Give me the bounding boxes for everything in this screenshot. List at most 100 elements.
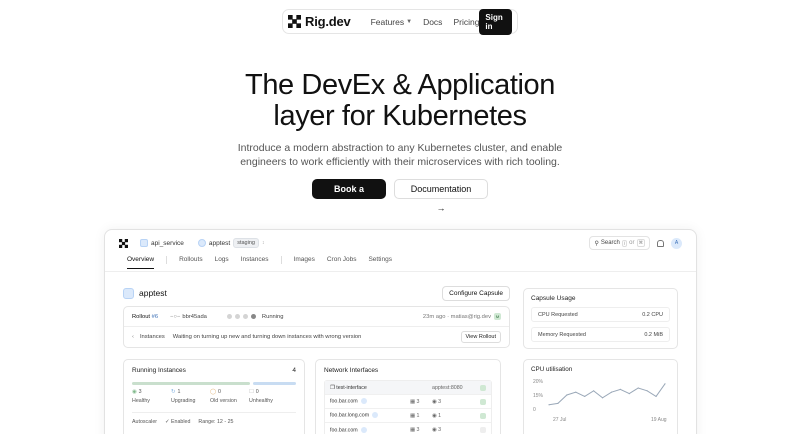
capsule-usage-card: Capsule Usage CPU Requested 0.2 CPU Memo… bbox=[523, 288, 678, 349]
chevron-updown-icon[interactable]: ↕ bbox=[262, 240, 265, 246]
cpu-data-point bbox=[664, 383, 666, 385]
cpu-utilisation-card: CPU utilisation 20% 15% 0 27 Jul 19 Aug bbox=[523, 359, 678, 434]
brand-name: Rig.dev bbox=[305, 14, 351, 29]
stat-upgrading: ↻ 1 Upgrading bbox=[171, 389, 196, 404]
app-header: api_service apptest staging ↕ ⚲ Search /… bbox=[105, 230, 696, 256]
tab-cron-jobs[interactable]: Cron Jobs bbox=[327, 256, 357, 268]
target-icon: ◉ bbox=[432, 398, 437, 405]
search-icon: ⚲ bbox=[594, 240, 599, 247]
folder-icon bbox=[140, 239, 148, 247]
table-row[interactable]: foo.bar.com ▦ 3 ◉ 3 bbox=[325, 395, 491, 409]
rollout-message: Waiting on turning up new and turning do… bbox=[172, 334, 362, 340]
rig-logo-icon[interactable] bbox=[119, 238, 128, 248]
memory-requested-row: Memory Requested 0.2 MiB bbox=[531, 327, 670, 342]
chevron-down-icon: ▼ bbox=[406, 18, 413, 25]
running-instances-card: Running Instances 4 ◉ 3 Healthy ↻ 1 Upgrad… bbox=[123, 359, 305, 434]
breadcrumb-project[interactable]: api_service bbox=[151, 240, 184, 247]
cta-group: Book a demo Documentation → bbox=[0, 179, 800, 214]
view-rollout-button[interactable]: View Rollout bbox=[460, 331, 501, 343]
environment-icon bbox=[197, 239, 206, 247]
rollout-number[interactable]: #6 bbox=[152, 314, 158, 320]
sign-in-button[interactable]: Sign in bbox=[479, 8, 512, 35]
cpu-data-point bbox=[557, 402, 559, 404]
capsule-icon bbox=[123, 287, 134, 299]
check-icon: ✓ bbox=[165, 419, 170, 425]
bell-icon[interactable] bbox=[657, 239, 664, 247]
cpu-chart-title: CPU utilisation bbox=[531, 366, 573, 373]
brand-logo[interactable]: Rig.dev bbox=[288, 14, 351, 29]
tab-images[interactable]: Images bbox=[294, 256, 315, 268]
table-row[interactable]: ❐ test-interface apptest:8080 bbox=[325, 381, 491, 395]
cpu-data-point bbox=[566, 394, 568, 396]
search-button[interactable]: ⚲ Search / or ⌘ bbox=[589, 236, 650, 250]
x-tick-label: 19 Aug bbox=[651, 417, 667, 423]
book-demo-button[interactable]: Book a demo bbox=[312, 179, 386, 214]
avatar[interactable]: A bbox=[671, 237, 682, 249]
nav-pricing[interactable]: Pricing bbox=[453, 17, 479, 27]
env-badge: staging bbox=[233, 238, 259, 248]
app-preview: api_service apptest staging ↕ ⚲ Search /… bbox=[104, 229, 697, 434]
route-icon bbox=[372, 412, 379, 419]
side-panel: Capsule Usage CPU Requested 0.2 CPU Memo… bbox=[523, 288, 678, 434]
rig-logo-icon bbox=[288, 15, 301, 28]
hero-subtitle: Introduce a modern abstraction to any Ku… bbox=[237, 142, 563, 168]
rollout-state: Running bbox=[261, 313, 284, 320]
table-row[interactable]: foo.bar.long.com ▦ 1 ◉ 1 bbox=[325, 409, 491, 423]
table-row[interactable]: foo.bar.com ▦ 3 ◉ 3 bbox=[325, 423, 491, 434]
configure-capsule-button[interactable]: Configure Capsule bbox=[442, 285, 510, 301]
cpu-line-chart: 20% 15% 0 27 Jul 19 Aug bbox=[533, 379, 667, 423]
user-avatar: M bbox=[494, 313, 501, 320]
stat-old-version: ◯ 0 Old version bbox=[210, 389, 237, 404]
status-ok-icon bbox=[480, 384, 486, 391]
status-ok-icon bbox=[480, 398, 486, 405]
route-icon bbox=[360, 426, 367, 433]
cpu-data-point bbox=[619, 388, 621, 390]
port-icon: ▦ bbox=[410, 398, 416, 405]
stat-unhealthy: ☐ 0 Unhealthy bbox=[249, 389, 273, 404]
nav-features[interactable]: Features ▼ bbox=[371, 17, 413, 27]
cpu-data-point bbox=[593, 390, 595, 392]
breadcrumb-env[interactable]: apptest bbox=[209, 240, 230, 247]
tab-rollouts[interactable]: Rollouts bbox=[179, 256, 202, 268]
status-pending-icon bbox=[480, 427, 486, 433]
tab-logs[interactable]: Logs bbox=[215, 256, 229, 268]
documentation-button[interactable]: Documentation → bbox=[394, 179, 488, 213]
hero-title: The DevEx & Application layer for Kubern… bbox=[245, 69, 555, 132]
status-ok-icon bbox=[480, 412, 486, 419]
copy-icon: ❐ bbox=[330, 384, 335, 391]
network-interfaces-card: Network Interfaces ❐ test-interface appt… bbox=[315, 359, 501, 434]
capsule-title: apptest bbox=[139, 288, 167, 298]
y-tick-label: 0 bbox=[533, 407, 536, 413]
target-icon: ◉ bbox=[432, 427, 437, 433]
x-tick-label: 27 Jul bbox=[553, 417, 566, 423]
breadcrumb: api_service apptest staging ↕ bbox=[140, 238, 264, 248]
cpu-data-point bbox=[601, 397, 604, 399]
stat-healthy: ◉ 3 Healthy bbox=[132, 389, 150, 404]
port-icon: ▦ bbox=[410, 412, 416, 419]
autoscaler-state: ✓ Enabled bbox=[165, 419, 191, 425]
tab-instances[interactable]: Instances bbox=[241, 256, 269, 268]
rollout-meta: 23m ago · matias@rig.dev bbox=[422, 313, 491, 320]
commit-hash: bbr45ada bbox=[182, 313, 207, 320]
rollout-progress bbox=[226, 314, 256, 319]
nav-docs[interactable]: Docs bbox=[423, 17, 442, 27]
cpu-series-line bbox=[548, 383, 666, 406]
y-tick-label: 15% bbox=[533, 393, 544, 399]
tab-settings[interactable]: Settings bbox=[368, 256, 392, 268]
cpu-data-point bbox=[628, 393, 630, 395]
cpu-data-point bbox=[548, 404, 550, 406]
target-icon: ◉ bbox=[432, 412, 437, 419]
cpu-data-point bbox=[584, 395, 586, 397]
instances-label: Instances bbox=[139, 334, 165, 340]
cpu-requested-row: CPU Requested 0.2 CPU bbox=[531, 307, 670, 322]
route-icon bbox=[360, 398, 367, 405]
instance-status-bar bbox=[132, 382, 296, 385]
port-icon: ▦ bbox=[410, 427, 416, 433]
chevron-left-icon[interactable]: ‹ bbox=[132, 334, 134, 340]
main-panel: apptest Configure Capsule Rollout #6 −○−… bbox=[123, 285, 510, 434]
rollout-card: Rollout #6 −○− bbr45ada Running 23m ago … bbox=[123, 306, 510, 348]
tab-overview[interactable]: Overview bbox=[127, 256, 155, 269]
autoscaler-range: Range: 12 - 25 bbox=[198, 419, 234, 425]
y-tick-label: 20% bbox=[533, 379, 544, 385]
autoscaler-label: Autoscaler bbox=[132, 419, 158, 425]
